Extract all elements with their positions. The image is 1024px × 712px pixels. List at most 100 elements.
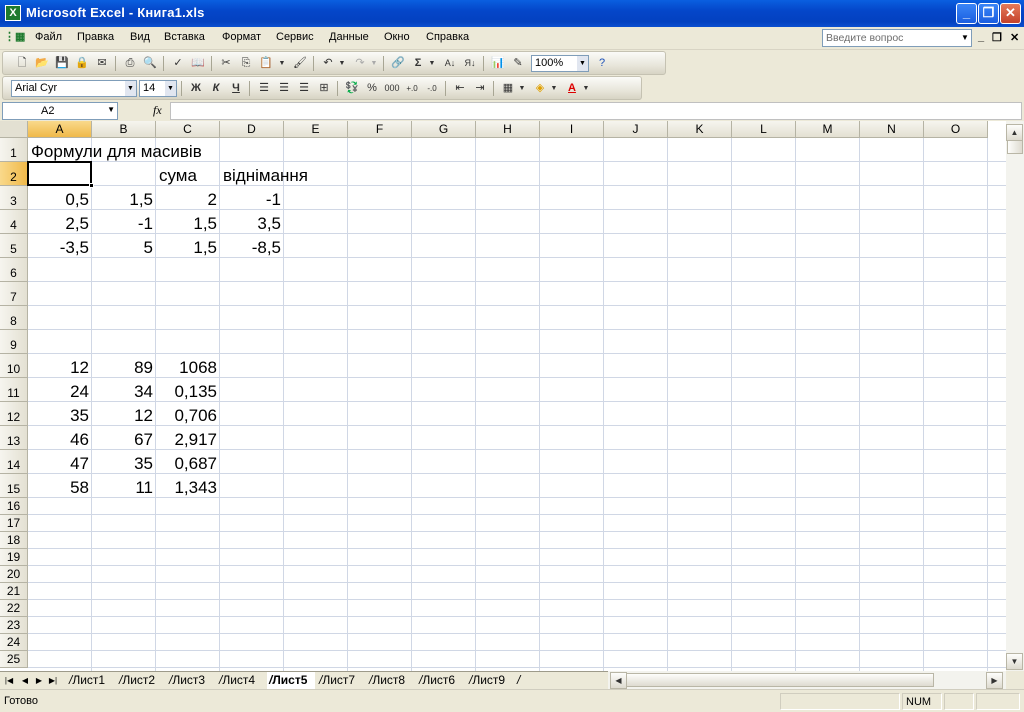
row-header[interactable]: 21	[0, 583, 28, 600]
column-header[interactable]: G	[412, 121, 476, 138]
undo-icon[interactable]: ↶	[319, 55, 337, 72]
sheet-tab[interactable]: /Лист3	[167, 672, 215, 689]
fill-handle[interactable]	[89, 183, 94, 188]
column-header[interactable]: A	[28, 121, 92, 138]
sort-ascending-icon[interactable]: A↓	[441, 55, 459, 72]
print-icon[interactable]: ⎙	[121, 55, 139, 72]
email-icon[interactable]: ✉	[93, 55, 111, 72]
redo-dropdown-icon[interactable]: ▼	[369, 55, 379, 72]
row-header[interactable]: 17	[0, 515, 28, 532]
cell-A12[interactable]: 35	[28, 403, 92, 426]
percent-button[interactable]: %	[363, 80, 381, 97]
cell-C15[interactable]: 1,343	[156, 475, 220, 498]
column-header[interactable]: K	[668, 121, 732, 138]
sheet-tab[interactable]: /Лист5	[267, 672, 315, 689]
autosum-icon[interactable]: Σ	[409, 55, 427, 72]
cell-B13[interactable]: 67	[92, 427, 156, 450]
bold-button[interactable]: Ж	[187, 80, 205, 97]
scroll-left-icon[interactable]: ◀	[610, 672, 627, 689]
minimize-button[interactable]: _	[956, 3, 977, 24]
cell-D4[interactable]: 3,5	[220, 211, 284, 234]
align-center-icon[interactable]: ☰	[275, 80, 293, 97]
spelling-icon[interactable]: ✓	[169, 55, 187, 72]
italic-button[interactable]: К	[207, 80, 225, 97]
next-sheet-icon[interactable]: ▶	[33, 674, 45, 688]
redo-icon[interactable]: ↷	[351, 55, 369, 72]
paste-dropdown-icon[interactable]: ▼	[277, 55, 287, 72]
cell-A13[interactable]: 46	[28, 427, 92, 450]
cell-D2[interactable]: віднімання	[220, 163, 311, 186]
borders-icon[interactable]: ▦	[499, 80, 517, 97]
decrease-decimal-icon[interactable]: -.0	[423, 80, 441, 97]
menu-insert[interactable]: Вставка	[164, 31, 205, 43]
row-header[interactable]: 16	[0, 498, 28, 515]
horizontal-scroll-thumb[interactable]	[626, 673, 934, 687]
cell-A14[interactable]: 47	[28, 451, 92, 474]
menu-format[interactable]: Формат	[222, 31, 261, 43]
cell-A11[interactable]: 24	[28, 379, 92, 402]
doc-minimize-button[interactable]: _	[978, 31, 984, 43]
row-header[interactable]: 25	[0, 651, 28, 668]
cell-B12[interactable]: 12	[92, 403, 156, 426]
sheet-tab[interactable]: /Лист1	[67, 672, 115, 689]
underline-button[interactable]: Ч	[227, 80, 245, 97]
menu-data[interactable]: Данные	[329, 31, 369, 43]
cell-C14[interactable]: 0,687	[156, 451, 220, 474]
open-icon[interactable]: 📂	[33, 55, 51, 72]
vertical-scroll-thumb[interactable]	[1007, 140, 1023, 154]
cell-B4[interactable]: -1	[92, 211, 156, 234]
sheet-tab[interactable]: /Лист7	[317, 672, 365, 689]
column-header[interactable]: I	[540, 121, 604, 138]
row-header[interactable]: 18	[0, 532, 28, 549]
cell-A3[interactable]: 0,5	[28, 187, 92, 210]
row-header[interactable]: 20	[0, 566, 28, 583]
column-header[interactable]: B	[92, 121, 156, 138]
cut-icon[interactable]: ✂	[217, 55, 235, 72]
row-header[interactable]: 24	[0, 634, 28, 651]
cell-C3[interactable]: 2	[156, 187, 220, 210]
menu-help[interactable]: Справка	[426, 31, 469, 43]
column-header[interactable]: L	[732, 121, 796, 138]
cell-B3[interactable]: 1,5	[92, 187, 156, 210]
sheet-tab[interactable]: /Лист6	[417, 672, 465, 689]
cell-C13[interactable]: 2,917	[156, 427, 220, 450]
sheet-tab[interactable]: /Лист2	[117, 672, 165, 689]
insert-function-icon[interactable]: fx	[153, 103, 162, 118]
font-color-dropdown-icon[interactable]: ▼	[581, 80, 591, 97]
cell-C12[interactable]: 0,706	[156, 403, 220, 426]
close-button[interactable]: ✕	[1000, 3, 1021, 24]
row-header[interactable]: 19	[0, 549, 28, 566]
font-color-icon[interactable]: A	[563, 80, 581, 97]
cell-D3[interactable]: -1	[220, 187, 284, 210]
first-sheet-icon[interactable]: |◀	[3, 674, 15, 688]
format-painter-icon[interactable]: 🖌	[291, 55, 309, 72]
row-header[interactable]: 23	[0, 617, 28, 634]
ask-question-input[interactable]: Введите вопрос	[822, 29, 972, 47]
undo-dropdown-icon[interactable]: ▼	[337, 55, 347, 72]
menu-tools[interactable]: Сервис	[276, 31, 314, 43]
font-size-select[interactable]: 14 ▼	[139, 80, 177, 97]
column-header[interactable]: H	[476, 121, 540, 138]
merge-center-icon[interactable]: ⊞	[315, 80, 333, 97]
row-header[interactable]: 22	[0, 600, 28, 617]
help-icon[interactable]: ?	[593, 55, 611, 72]
name-box[interactable]: A2 ▼	[2, 102, 118, 120]
research-icon[interactable]: 📖	[189, 55, 207, 72]
print-preview-icon[interactable]: 🔍	[141, 55, 159, 72]
menu-edit[interactable]: Правка	[77, 31, 114, 43]
row-header[interactable]: 3	[0, 186, 28, 210]
row-header[interactable]: 6	[0, 258, 28, 282]
cell-C5[interactable]: 1,5	[156, 235, 220, 258]
fill-color-icon[interactable]: ◈	[531, 80, 549, 97]
cell-C11[interactable]: 0,135	[156, 379, 220, 402]
workbook-icon[interactable]: ⋮▦	[4, 30, 26, 46]
cell-C4[interactable]: 1,5	[156, 211, 220, 234]
menu-file[interactable]: Файл	[35, 31, 62, 43]
font-name-select[interactable]: Arial Cyr ▼	[11, 80, 137, 97]
prev-sheet-icon[interactable]: ◀	[19, 674, 31, 688]
row-header[interactable]: 5	[0, 234, 28, 258]
excel-app-icon[interactable]: X	[5, 5, 21, 21]
align-left-icon[interactable]: ☰	[255, 80, 273, 97]
doc-close-button[interactable]: ✕	[1010, 31, 1019, 44]
copy-icon[interactable]: ⎘	[237, 55, 255, 72]
